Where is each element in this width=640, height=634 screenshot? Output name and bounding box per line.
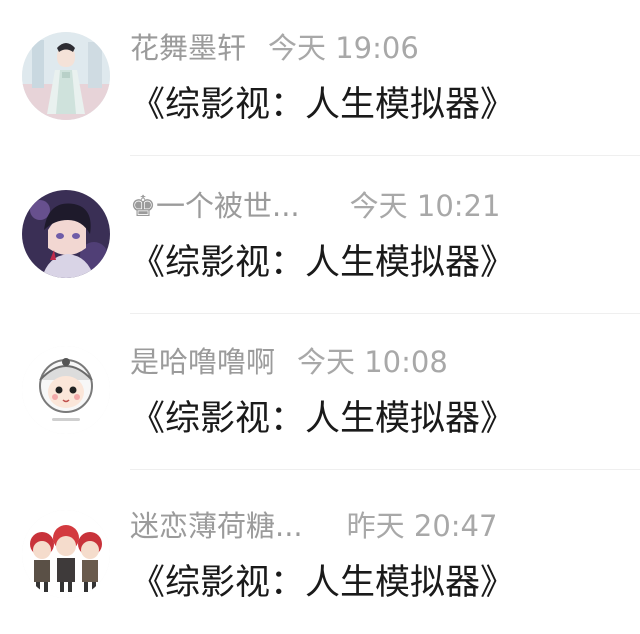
- username[interactable]: 是哈噜噜啊: [130, 342, 275, 382]
- comment-text: 《综影视：人生模拟器》: [130, 399, 516, 439]
- comment-item[interactable]: 是哈噜噜啊 今天 10:08 《综影视：人生模拟器》: [0, 320, 640, 470]
- avatar-chibi-group-icon[interactable]: [22, 510, 110, 598]
- comment-item[interactable]: 迷恋薄荷糖... 昨天 20:47 《综影视：人生模拟器》: [0, 484, 640, 634]
- divider: [130, 469, 640, 470]
- username[interactable]: 花舞墨轩: [130, 28, 246, 68]
- comment-item[interactable]: 花舞墨轩 今天 19:06 《综影视：人生模拟器》: [0, 6, 640, 156]
- username[interactable]: 迷恋薄荷糖...: [130, 506, 303, 546]
- avatar-cartoon-helmet-icon[interactable]: [22, 346, 110, 434]
- comment-text: 《综影视：人生模拟器》: [130, 243, 516, 283]
- avatar-anime-boy-icon[interactable]: [22, 190, 110, 278]
- comment-meta: ♚一个被世... 今天 10:21: [130, 186, 500, 226]
- comment-text: 《综影视：人生模拟器》: [130, 85, 516, 125]
- comment-meta: 迷恋薄荷糖... 昨天 20:47: [130, 506, 497, 546]
- comment-meta: 花舞墨轩 今天 19:06: [130, 28, 419, 68]
- username[interactable]: ♚一个被世...: [130, 186, 300, 226]
- divider: [130, 313, 640, 314]
- timestamp: 昨天 20:47: [346, 509, 498, 543]
- comment-item[interactable]: ♚一个被世... 今天 10:21 《综影视：人生模拟器》: [0, 164, 640, 314]
- comment-list: 花舞墨轩 今天 19:06 《综影视：人生模拟器》 ♚一个被世... 今天 10:2…: [0, 0, 640, 630]
- avatar-ancient-costume-icon[interactable]: [22, 32, 110, 120]
- timestamp: 今天 10:08: [297, 345, 448, 379]
- divider: [130, 155, 640, 156]
- timestamp: 今天 10:21: [349, 189, 501, 223]
- timestamp: 今天 19:06: [268, 31, 419, 65]
- comment-text: 《综影视：人生模拟器》: [130, 563, 516, 603]
- comment-meta: 是哈噜噜啊 今天 10:08: [130, 342, 448, 382]
